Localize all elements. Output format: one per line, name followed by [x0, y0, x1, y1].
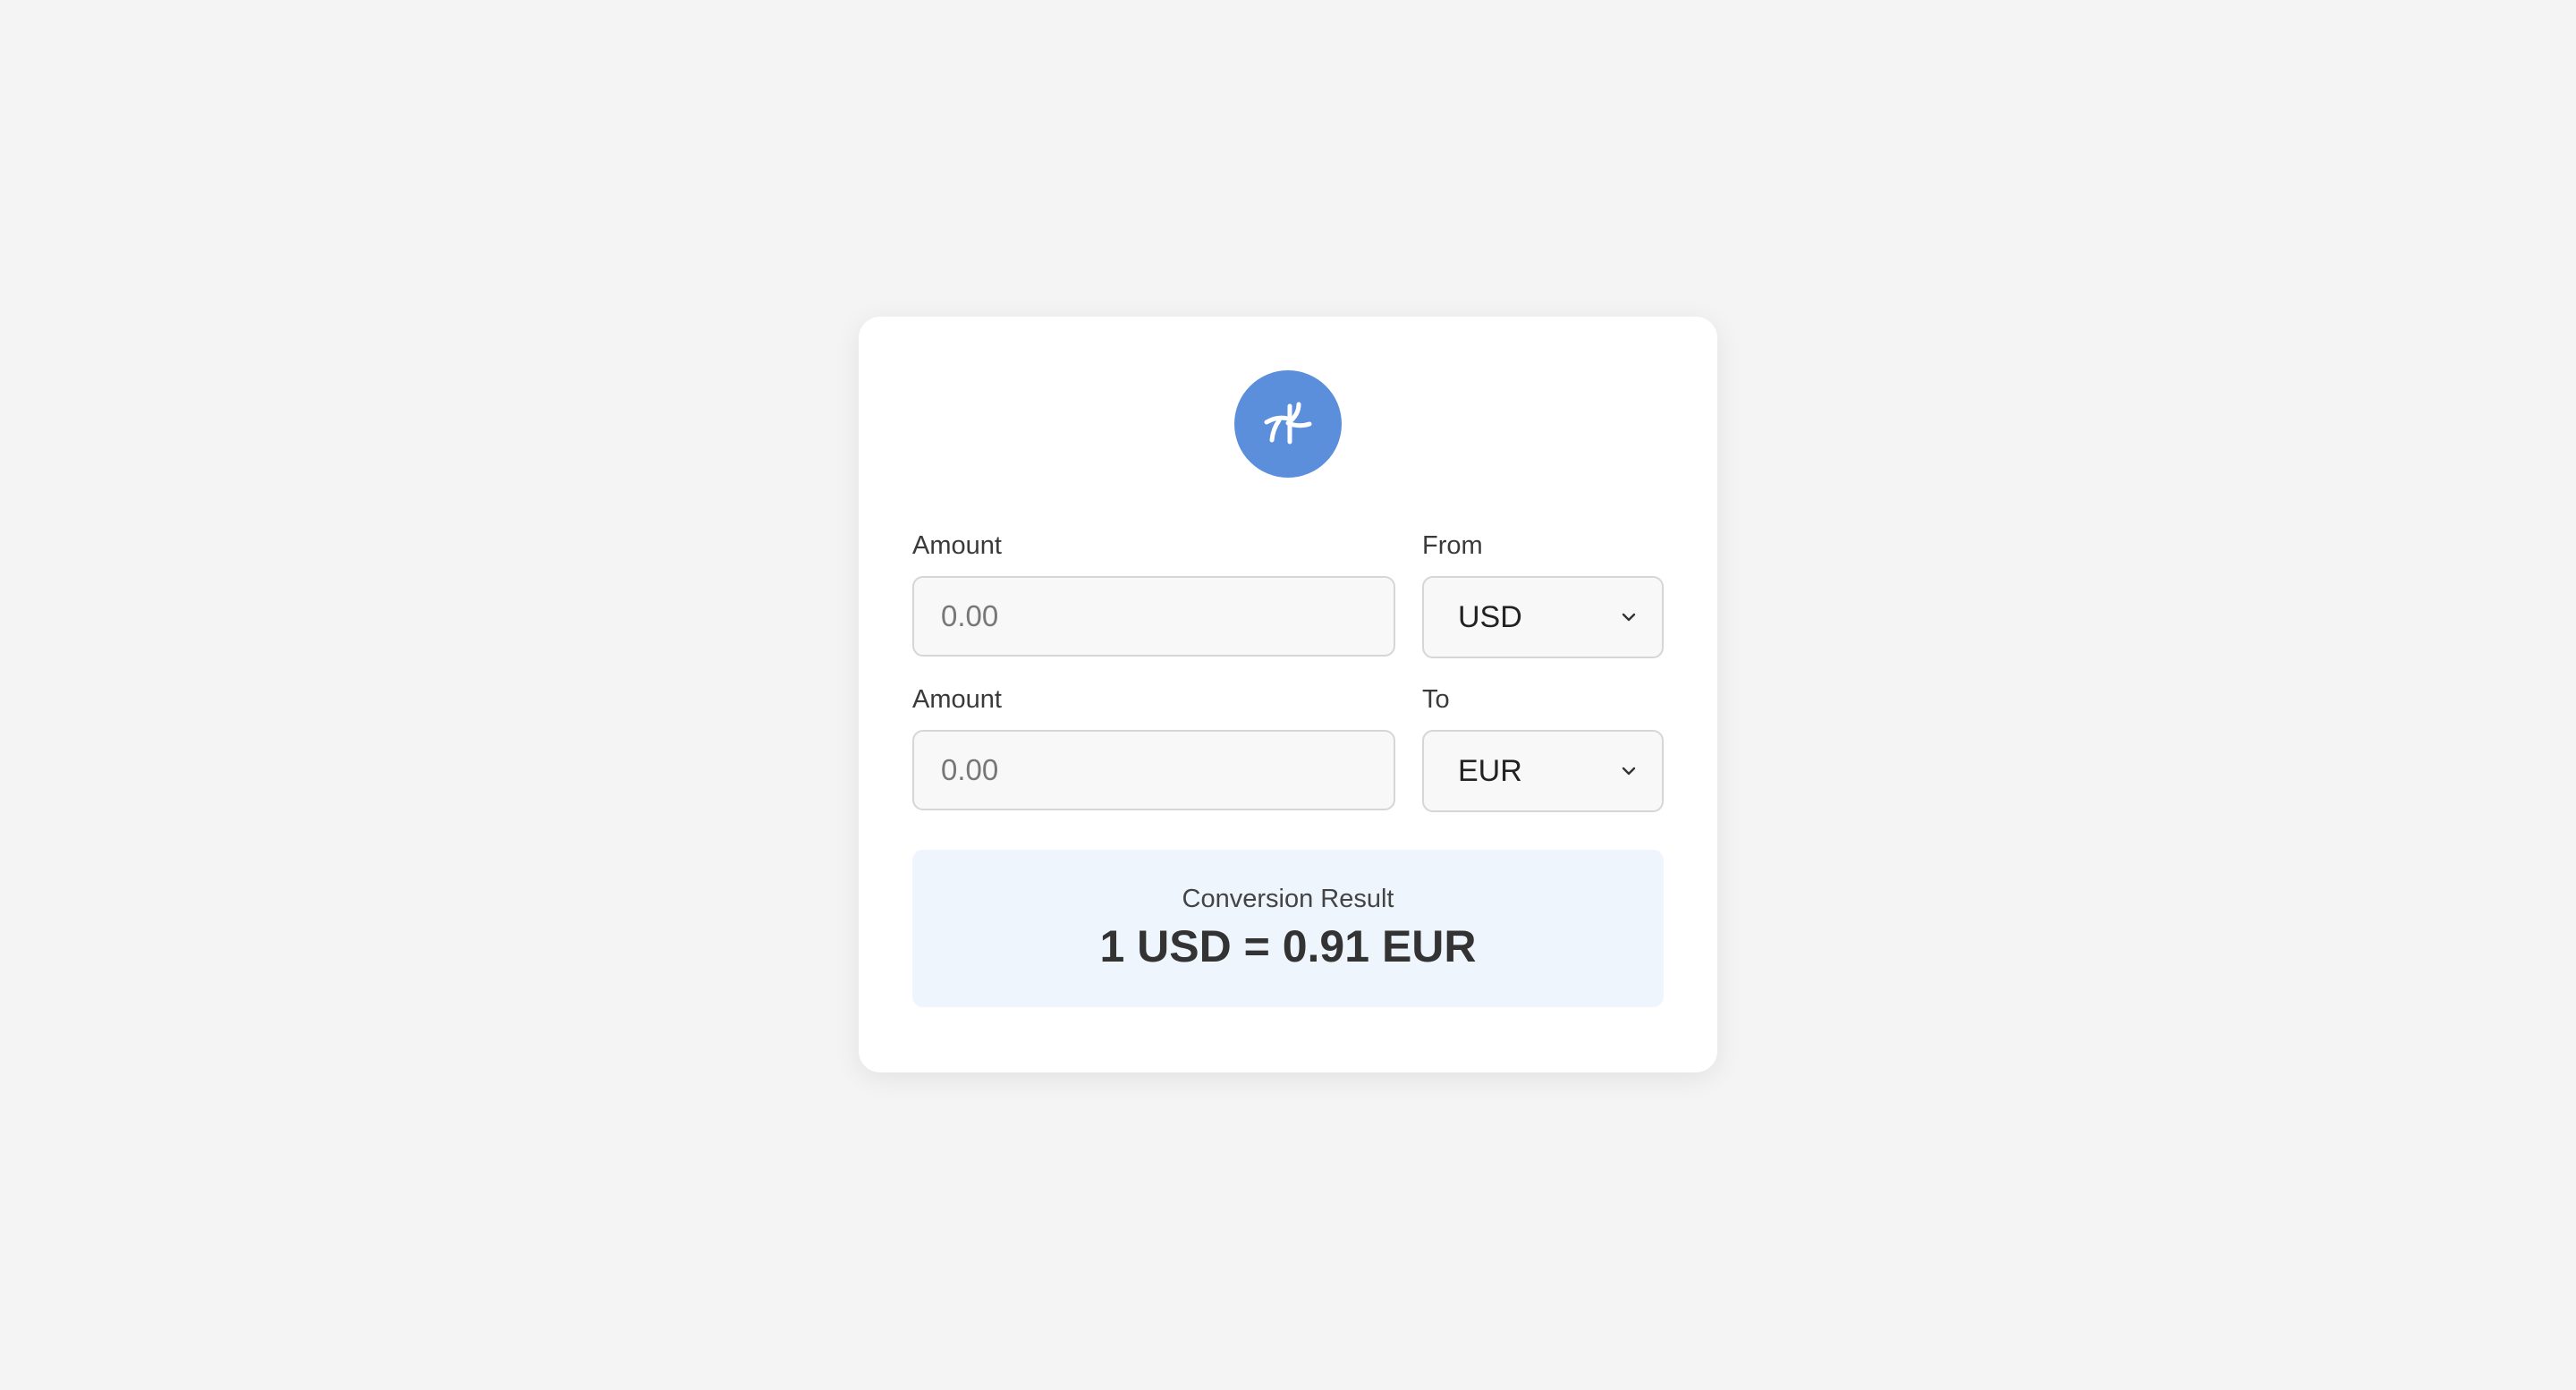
to-amount-label: Amount — [912, 685, 1002, 714]
conversion-result-label: Conversion Result — [1182, 885, 1394, 913]
from-currency-select[interactable]: USD — [1422, 576, 1664, 658]
to-amount-group: Amount — [912, 685, 1395, 812]
conversion-result-value: 1 USD = 0.91 EUR — [1099, 921, 1477, 971]
chevron-down-icon — [1622, 767, 1636, 776]
conversion-result-panel: Conversion Result 1 USD = 0.91 EUR — [912, 850, 1664, 1007]
from-amount-input[interactable] — [912, 576, 1395, 657]
from-currency-group: From USD — [1422, 531, 1664, 658]
to-currency-select[interactable]: EUR — [1422, 730, 1664, 812]
to-currency-value: EUR — [1458, 753, 1522, 788]
to-currency-label: To — [1422, 685, 1450, 714]
from-row: Amount From USD — [912, 531, 1664, 658]
to-currency-group: To EUR — [1422, 685, 1664, 812]
from-currency-label: From — [1422, 531, 1483, 560]
to-amount-input[interactable] — [912, 730, 1395, 810]
to-row: Amount To EUR — [912, 685, 1664, 812]
currency-exchange-icon — [1234, 370, 1342, 478]
converter-card: Amount From USD Amount To EUR — [859, 317, 1717, 1072]
from-amount-group: Amount — [912, 531, 1395, 658]
from-amount-label: Amount — [912, 531, 1002, 560]
chevron-down-icon — [1622, 613, 1636, 622]
from-currency-value: USD — [1458, 599, 1522, 634]
